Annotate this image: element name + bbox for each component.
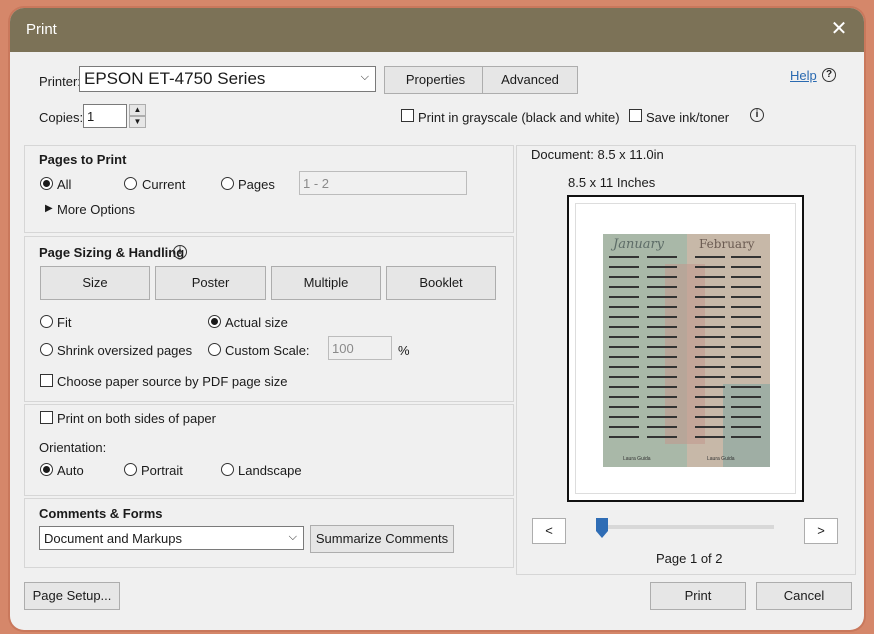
pages-current-label: Current [142,177,186,192]
orientation-auto-radio[interactable] [40,463,53,476]
copies-increment-button[interactable]: ▲ [129,104,146,116]
page-slider-track[interactable] [598,525,774,529]
more-options-label[interactable]: More Options [57,202,135,217]
orientation-auto-label: Auto [57,463,84,478]
dialog-title: Print [26,21,57,38]
grayscale-checkbox[interactable] [401,109,414,122]
title-bar: Print ✕ [10,8,864,52]
printer-select[interactable]: EPSON ET-4750 Series ⌵ [79,66,376,92]
both-sides-checkbox[interactable] [40,411,53,424]
pages-current-radio[interactable] [124,177,137,190]
print-dialog: Print ✕ Printer: EPSON ET-4750 Series ⌵ … [10,8,864,630]
tab-size[interactable]: Size [40,266,150,300]
next-page-button[interactable]: > [804,518,838,544]
custom-scale-label: Custom Scale: [225,343,310,358]
copies-value: 1 [87,109,95,124]
custom-scale-input[interactable]: 100 [328,336,392,360]
save-ink-checkbox[interactable] [629,109,642,122]
properties-button[interactable]: Properties [384,66,487,94]
chevron-right-icon: > [817,523,825,538]
custom-scale-radio[interactable] [208,343,221,356]
chevron-down-icon: ⌵ [360,71,369,83]
page-thumbnail: January February Laura Guida Laura Guida [603,234,770,467]
advanced-button[interactable]: Advanced [482,66,578,94]
tab-size-label: Size [82,275,108,290]
printer-label: Printer: [39,74,81,89]
save-ink-label: Save ink/toner [646,110,730,125]
pages-range-radio[interactable] [221,177,234,190]
tab-multiple[interactable]: Multiple [271,266,381,300]
tab-multiple-label: Multiple [303,275,349,290]
tab-poster[interactable]: Poster [155,266,266,300]
pages-all-radio[interactable] [40,177,53,190]
thumb-footer-right: Laura Guida [707,456,735,462]
summarize-comments-button[interactable]: Summarize Comments [310,525,454,553]
orientation-portrait-label: Portrait [141,463,183,478]
grayscale-label: Print in grayscale (black and white) [418,110,620,125]
pages-all-label: All [57,177,72,192]
page-slider-thumb[interactable] [596,518,608,538]
info-icon[interactable]: i [750,108,764,122]
shrink-radio[interactable] [40,343,53,356]
comments-forms-heading: Comments & Forms [39,506,163,521]
both-sides-label: Print on both sides of paper [57,411,216,426]
advanced-button-label: Advanced [501,72,559,87]
help-icon[interactable]: ? [822,68,836,82]
paper-size-label: 8.5 x 11 Inches [568,175,656,190]
thumb-footer-left: Laura Guida [623,456,651,462]
copies-input[interactable]: 1 [83,104,127,128]
shrink-label: Shrink oversized pages [57,343,193,358]
percent-label: % [398,343,410,358]
actual-size-radio[interactable] [208,315,221,328]
cancel-button[interactable]: Cancel [756,582,852,610]
slider-thumb-icon [596,518,608,538]
fit-radio[interactable] [40,315,53,328]
prev-page-button[interactable]: < [532,518,566,544]
print-button-label: Print [684,588,712,603]
more-options-toggle[interactable]: ▶ [45,203,53,214]
page-setup-button[interactable]: Page Setup... [24,582,120,610]
help-link[interactable]: Help [790,68,817,83]
orientation-landscape-label: Landscape [238,463,302,478]
properties-button-label: Properties [405,72,466,87]
chevron-left-icon: < [545,523,553,538]
tab-poster-label: Poster [191,275,230,290]
comments-forms-select-value: Document and Markups [44,531,183,546]
orientation-portrait-radio[interactable] [124,463,137,476]
page-sizing-heading: Page Sizing & Handling [39,245,185,260]
document-size-label: Document: 8.5 x 11.0in [531,147,664,162]
page-indicator: Page 1 of 2 [656,551,723,566]
thumb-month-january: January [610,237,665,252]
pages-range-input[interactable]: 1 - 2 [299,171,467,195]
orientation-label: Orientation: [39,440,107,455]
chevron-down-icon: ⌵ [288,531,297,543]
orientation-landscape-radio[interactable] [221,463,234,476]
page-setup-label: Page Setup... [32,588,112,603]
print-button[interactable]: Print [650,582,746,610]
copies-decrement-button[interactable]: ▼ [129,116,146,128]
printer-select-value: EPSON ET-4750 Series [84,69,266,88]
copies-label: Copies: [39,110,84,125]
tab-booklet[interactable]: Booklet [386,266,496,300]
cancel-button-label: Cancel [783,588,825,603]
summarize-comments-label: Summarize Comments [315,531,449,546]
pages-range-label: Pages [238,177,275,192]
pages-to-print-heading: Pages to Print [39,152,127,167]
close-icon[interactable]: ✕ [826,16,852,42]
pages-range-value: 1 - 2 [303,176,330,191]
tab-booklet-label: Booklet [419,275,463,290]
paper-source-checkbox[interactable] [40,374,53,387]
thumb-month-february: February [699,237,755,251]
preview-frame: January February Laura Guida Laura Guida [567,195,804,502]
comments-forms-select[interactable]: Document and Markups ⌵ [39,526,304,550]
page-sizing-info-icon[interactable]: i [173,245,187,259]
paper-source-label: Choose paper source by PDF page size [57,374,288,389]
fit-label: Fit [57,315,72,330]
custom-scale-value: 100 [332,341,354,356]
actual-size-label: Actual size [225,315,288,330]
